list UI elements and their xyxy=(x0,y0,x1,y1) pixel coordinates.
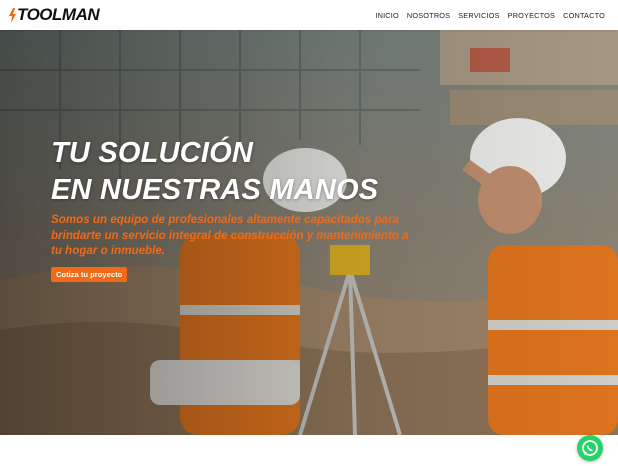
hero-title-line-2: EN NUESTRAS MANOS xyxy=(51,174,379,206)
main-nav: INICIO NOSOTROS SERVICIOS PROYECTOS CONT… xyxy=(375,11,605,20)
hero-title-line-1: TU SOLUCIÓN xyxy=(51,137,253,169)
logo[interactable]: TOOLMAN xyxy=(9,5,100,25)
next-section-edge xyxy=(0,435,618,453)
nav-item-nosotros[interactable]: NOSOTROS xyxy=(407,11,450,20)
hero-title: TU SOLUCIÓN EN NUESTRAS MANOS xyxy=(51,135,378,209)
whatsapp-icon xyxy=(582,440,598,456)
navbar: TOOLMAN INICIO NOSOTROS SERVICIOS PROYEC… xyxy=(0,0,618,30)
nav-item-inicio[interactable]: INICIO xyxy=(375,11,399,20)
hero-description: Somos un equipo de profesionales altamen… xyxy=(51,213,409,257)
nav-item-servicios[interactable]: SERVICIOS xyxy=(458,11,499,20)
bolt-icon xyxy=(9,7,16,23)
hero-section: TU SOLUCIÓN EN NUESTRAS MANOS Somos un e… xyxy=(0,30,618,435)
whatsapp-button[interactable] xyxy=(577,435,603,461)
logo-text: TOOLMAN xyxy=(17,5,100,24)
quote-button[interactable]: Cotiza tu proyecto xyxy=(51,267,128,282)
nav-item-proyectos[interactable]: PROYECTOS xyxy=(508,11,555,20)
nav-item-contacto[interactable]: CONTACTO xyxy=(563,11,605,20)
